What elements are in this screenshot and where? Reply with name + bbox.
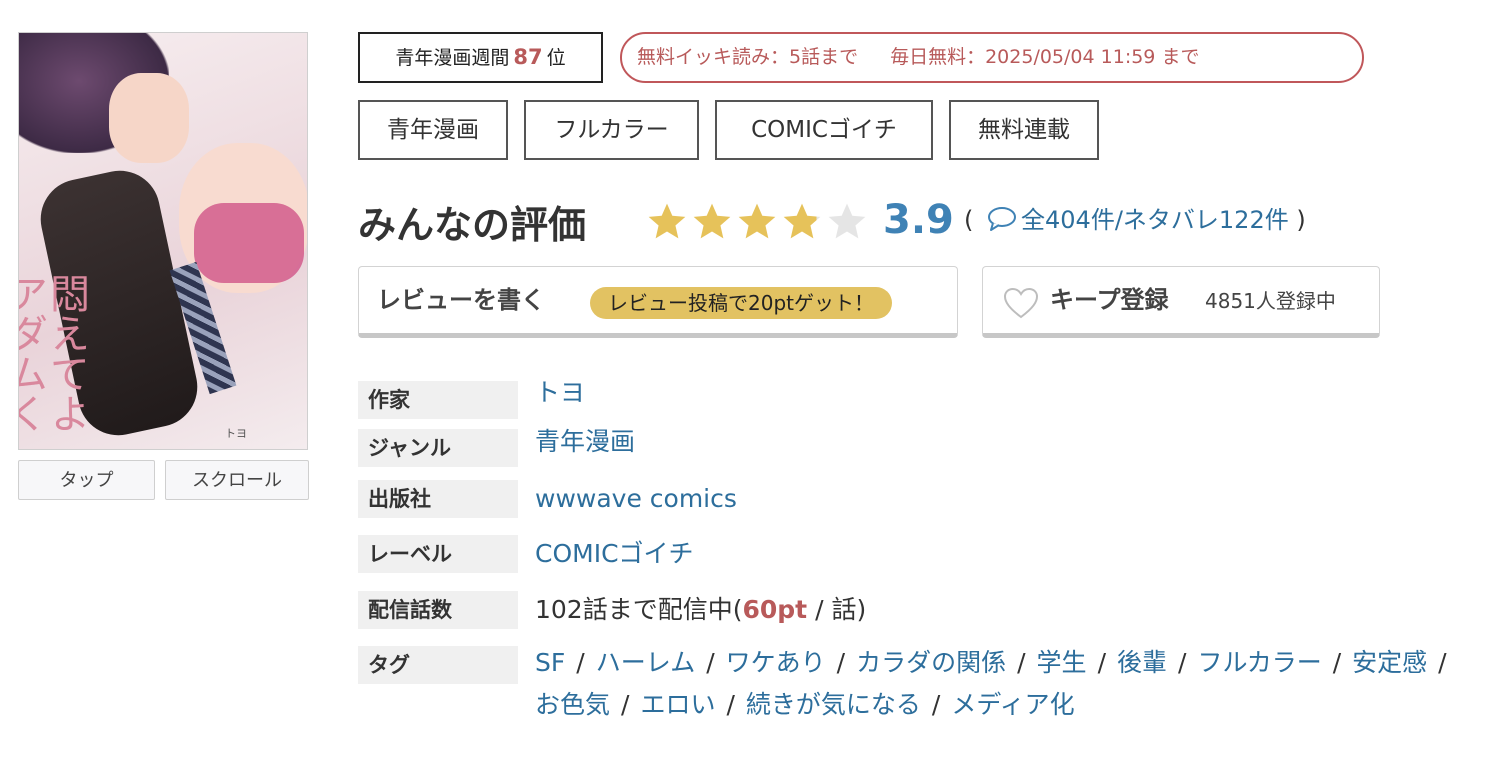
tag-separator: /	[931, 690, 941, 719]
tag-separator: /	[1438, 648, 1447, 677]
genre-tag-button[interactable]: COMICゴイチ	[715, 100, 933, 160]
label-label: レーベル	[358, 535, 518, 573]
genre-label: ジャンル	[358, 429, 518, 467]
tag-link[interactable]: お色気	[535, 690, 610, 719]
rating-label: みんなの評価	[358, 203, 587, 247]
star-icon	[783, 203, 821, 239]
tag-separator: /	[836, 648, 846, 677]
open-paren: (	[964, 206, 974, 234]
rating-stars	[645, 200, 869, 244]
publisher-link[interactable]: wwwave comics	[535, 482, 737, 516]
author-label: 作家	[358, 381, 518, 419]
star-icon	[648, 203, 686, 239]
star-icon	[828, 203, 866, 239]
ranking-prefix: 青年漫画週間	[395, 47, 510, 69]
episodes-price: 60pt	[742, 595, 808, 624]
cover-title-logo: 悶えてよアダムくん	[18, 273, 89, 433]
tag-link[interactable]: メディア化	[951, 690, 1074, 719]
episodes-value: 102話まで配信中(60pt / 話)	[535, 593, 866, 627]
close-paren: )	[1296, 206, 1306, 234]
review-count-link[interactable]: 全404件/ネタバレ122件	[981, 206, 1296, 234]
genre-link[interactable]: 青年漫画	[535, 425, 635, 459]
write-review-button[interactable]: レビューを書く レビュー投稿で20ptゲット！	[358, 266, 958, 338]
genre-tag-button[interactable]: フルカラー	[524, 100, 699, 160]
tag-link[interactable]: カラダの関係	[856, 648, 1006, 677]
speech-bubble-icon	[988, 207, 1017, 231]
tags-label: タグ	[358, 646, 518, 684]
rating-score: 3.9	[883, 197, 954, 243]
episodes-prefix: 102話まで配信中(	[535, 595, 743, 624]
keep-button[interactable]: キープ登録 4851人登録中	[982, 266, 1380, 338]
keep-count: 4851人登録中	[1205, 289, 1336, 313]
genre-tag-button[interactable]: 無料連載	[949, 100, 1099, 160]
author-link[interactable]: トヨ	[535, 376, 585, 410]
tag-separator: /	[1017, 648, 1026, 677]
review-count-text: 全404件/ネタバレ122件	[1021, 206, 1289, 234]
tap-button[interactable]: タップ	[18, 460, 155, 500]
star-icon	[693, 203, 731, 239]
tag-link[interactable]: 続きが気になる	[746, 690, 921, 719]
tag-link[interactable]: ハーレム	[596, 648, 696, 677]
free-ikki-text: 無料イッキ読み：5話まで	[637, 46, 859, 68]
review-bonus-badge: レビュー投稿で20ptゲット！	[590, 287, 892, 319]
tag-link[interactable]: SF	[535, 648, 565, 677]
tag-link[interactable]: ワケあり	[726, 648, 826, 677]
tag-link[interactable]: 安定感	[1352, 648, 1427, 677]
tag-separator: /	[576, 648, 585, 677]
free-reading-badge: 無料イッキ読み：5話まで 毎日無料：2025/05/04 11:59 まで	[620, 32, 1364, 83]
free-daily-text: 毎日無料：2025/05/04 11:59 まで	[890, 46, 1200, 68]
episodes-label: 配信話数	[358, 591, 518, 629]
tag-separator: /	[621, 690, 630, 719]
cover-author-logo: トヨ	[225, 427, 247, 440]
tag-link[interactable]: フルカラー	[1197, 648, 1321, 677]
tag-list: SF / ハーレム / ワケあり / カラダの関係 / 学生 / 後輩 / フルカラー / 安定感 / お色気 /…	[535, 642, 1480, 726]
review-count: ( 全404件/ネタバレ122件 )	[964, 198, 1306, 242]
ranking-suffix: 位	[546, 47, 566, 69]
ranking-badge[interactable]: 青年漫画週間 87 位	[358, 32, 603, 83]
keep-label: キープ登録	[1050, 286, 1169, 314]
star-icon	[738, 203, 776, 239]
tag-separator: /	[706, 648, 715, 677]
ranking-number: 87	[513, 45, 543, 69]
scroll-button[interactable]: スクロール	[165, 460, 309, 500]
publisher-label: 出版社	[358, 480, 518, 518]
cover-art-face	[109, 73, 189, 163]
tag-link[interactable]: 後輩	[1117, 648, 1167, 677]
heart-icon	[1003, 287, 1039, 319]
episodes-suffix: / 話)	[807, 595, 867, 624]
write-review-label: レビューを書く	[377, 286, 545, 314]
tag-link[interactable]: 学生	[1037, 648, 1087, 677]
tag-link[interactable]: エロい	[640, 690, 715, 719]
genre-tag-button[interactable]: 青年漫画	[358, 100, 508, 160]
label-link[interactable]: COMICゴイチ	[535, 537, 694, 571]
tag-separator: /	[1178, 648, 1187, 677]
tag-separator: /	[1097, 648, 1106, 677]
tag-separator: /	[726, 690, 735, 719]
tag-separator: /	[1332, 648, 1342, 677]
cover-image[interactable]: 悶えてよアダムくん トヨ	[18, 32, 308, 450]
cover-art-detail	[194, 203, 304, 283]
